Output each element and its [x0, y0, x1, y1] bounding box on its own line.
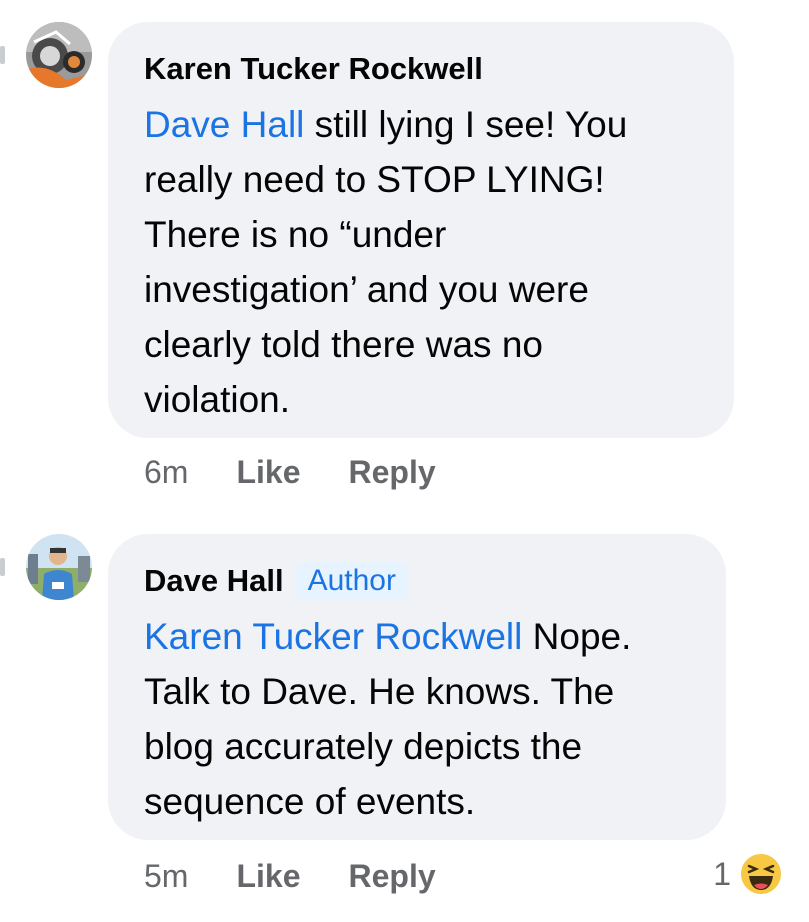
- avatar-karen-image: [26, 22, 92, 88]
- comment-bubble: Dave Hall Author Karen Tucker Rockwell N…: [108, 534, 726, 840]
- avatar-dave-image: [26, 534, 92, 600]
- comment-author[interactable]: Karen Tucker Rockwell: [144, 51, 483, 87]
- reaction-count: 1: [713, 855, 731, 892]
- comment-text-line: clearly told there was no: [144, 324, 543, 365]
- comment-text-line: There is no “under: [144, 214, 447, 255]
- comment-actions: 5m Like Reply: [144, 858, 484, 895]
- thread-line: [0, 558, 5, 576]
- avatar-dave[interactable]: [26, 534, 92, 600]
- mention-link[interactable]: Karen Tucker Rockwell: [144, 616, 522, 657]
- comment-text-line: Talk to Dave. He knows. The: [144, 671, 615, 712]
- reply-button[interactable]: Reply: [348, 858, 435, 895]
- comment-author[interactable]: Dave Hall: [144, 563, 284, 599]
- comment-actions: 6m Like Reply: [144, 454, 484, 491]
- comment-text: Karen Tucker Rockwell Nope. Talk to Dave.…: [144, 609, 690, 829]
- author-badge: Author: [295, 562, 408, 600]
- comment-thread: Karen Tucker Rockwell Dave Hall still ly…: [0, 0, 809, 922]
- comment-text-line: blog accurately depicts the: [144, 726, 583, 767]
- reply-button[interactable]: Reply: [348, 454, 435, 491]
- reaction-summary[interactable]: 1: [713, 852, 783, 896]
- comment-text-line: investigation’ and you were: [144, 269, 589, 310]
- comment-text-line: Nope.: [522, 616, 632, 657]
- comment-bubble: Karen Tucker Rockwell Dave Hall still ly…: [108, 22, 734, 438]
- thread-line: [0, 46, 5, 64]
- avatar-karen[interactable]: [26, 22, 92, 88]
- comment-text-line: sequence of events.: [144, 781, 476, 822]
- like-button[interactable]: Like: [236, 858, 300, 895]
- comment-text-line: still lying I see! You: [304, 104, 628, 145]
- comment-timestamp[interactable]: 6m: [144, 454, 188, 491]
- comment-text: Dave Hall still lying I see! You really n…: [144, 97, 698, 427]
- comment-text-line: really need to STOP LYING!: [144, 159, 605, 200]
- mention-link[interactable]: Dave Hall: [144, 104, 304, 145]
- haha-emoji-icon: [739, 852, 783, 896]
- like-button[interactable]: Like: [236, 454, 300, 491]
- comment-text-line: violation.: [144, 379, 291, 420]
- comment-timestamp[interactable]: 5m: [144, 858, 188, 895]
